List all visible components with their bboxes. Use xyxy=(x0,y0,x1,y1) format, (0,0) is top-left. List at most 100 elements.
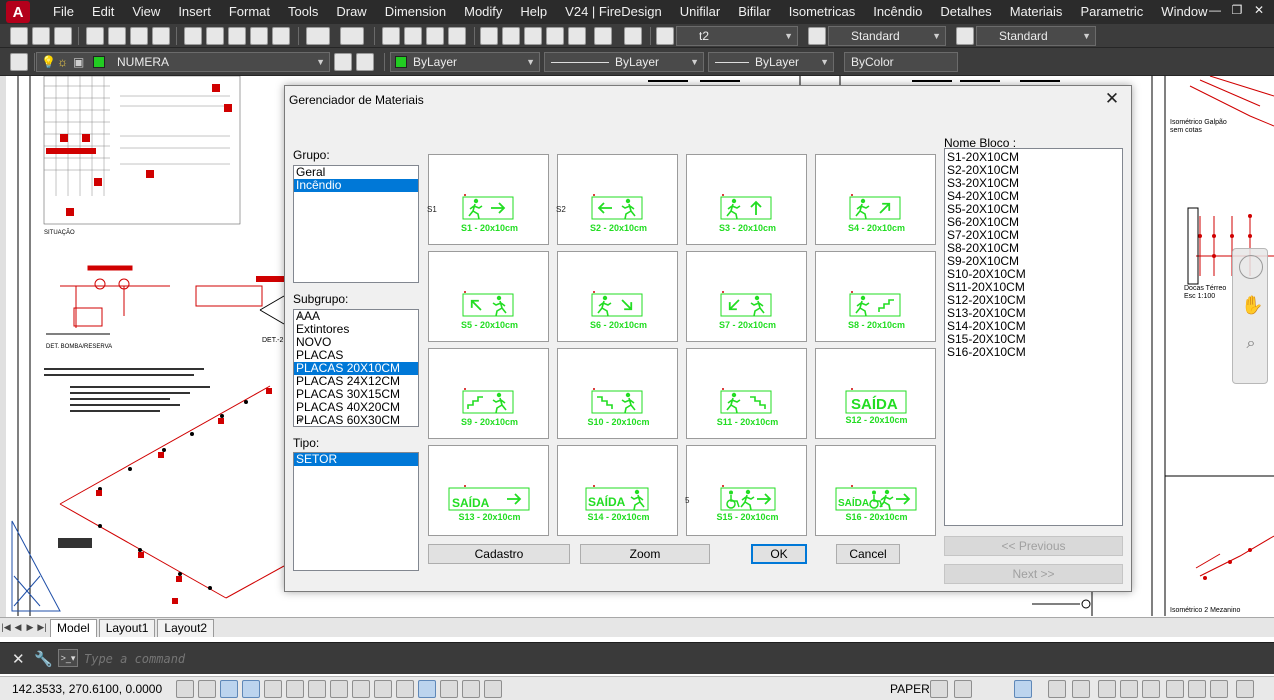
linetype-combo[interactable]: ByLayer ▼ xyxy=(544,52,704,72)
block-tile[interactable]: SAÍDA S12 - 20x10cm xyxy=(815,348,936,439)
zoom-extents-icon[interactable]: ⌕ xyxy=(1241,335,1261,359)
application-menu-button[interactable]: A xyxy=(6,1,30,23)
print-preview-icon[interactable] xyxy=(108,27,126,45)
block-tile[interactable]: SAÍDA S14 - 20x10cm xyxy=(557,445,678,536)
dim-style-combo[interactable]: Standard ▼ xyxy=(828,26,946,46)
layer-previous-icon[interactable] xyxy=(356,53,374,71)
menu-item-bifilar[interactable]: Bifilar xyxy=(729,0,780,24)
zoom-button[interactable]: Zoom xyxy=(580,544,710,564)
layer-combo[interactable]: 💡 ☼ ▣ NUMERA ▼ xyxy=(36,52,330,72)
ortho-mode-icon[interactable] xyxy=(242,680,260,698)
subgrupo-list-item[interactable]: PLACAS 60X30CM xyxy=(294,414,418,427)
last-tab-icon[interactable]: ▶| xyxy=(36,622,48,633)
quick-view-layouts-icon[interactable] xyxy=(930,680,948,698)
command-prompt-icon[interactable]: >_▾ xyxy=(58,649,78,667)
maximize-viewport-icon[interactable] xyxy=(1014,680,1032,698)
menu-item-help[interactable]: Help xyxy=(511,0,556,24)
isolate-objects-icon[interactable] xyxy=(1188,680,1206,698)
design-center-icon[interactable] xyxy=(502,27,520,45)
infer-constraints-icon[interactable] xyxy=(176,680,194,698)
menu-item-draw[interactable]: Draw xyxy=(327,0,375,24)
block-tile[interactable]: S9 - 20x10cm xyxy=(428,348,549,439)
lineweight-toggle-icon[interactable] xyxy=(396,680,414,698)
menu-item-parametric[interactable]: Parametric xyxy=(1071,0,1152,24)
block-tile[interactable]: S5 - 20x10cm xyxy=(428,251,549,342)
block-tile[interactable]: S4 - 20x10cm xyxy=(815,154,936,245)
prev-tab-icon[interactable]: ◀ xyxy=(12,622,24,633)
help-icon[interactable] xyxy=(624,27,642,45)
ok-button[interactable]: OK xyxy=(751,544,807,564)
copy-icon[interactable] xyxy=(206,27,224,45)
menu-item-view[interactable]: View xyxy=(123,0,169,24)
new-file-icon[interactable] xyxy=(10,27,28,45)
pan-hand-icon[interactable]: ✋ xyxy=(1241,295,1263,319)
3d-object-snap-icon[interactable] xyxy=(308,680,326,698)
block-tile[interactable]: S7 - 20x10cm xyxy=(686,251,807,342)
paper-space-label[interactable]: PAPER xyxy=(890,682,930,696)
block-tile[interactable]: S1 - 20x10cm S1 xyxy=(427,154,549,245)
block-tile[interactable]: S2 - 20x10cm S2 xyxy=(556,154,678,245)
tipo-listbox[interactable]: SETOR xyxy=(293,452,419,571)
tipo-list-item[interactable]: SETOR xyxy=(294,453,418,466)
annotation-visibility-icon[interactable] xyxy=(1072,680,1090,698)
previous-button[interactable]: << Previous xyxy=(944,536,1123,556)
wrench-icon[interactable]: 🔧 xyxy=(34,650,53,668)
quick-properties-icon[interactable] xyxy=(440,680,458,698)
tool-palettes-icon[interactable] xyxy=(524,27,542,45)
block-tile[interactable]: SAÍDA S16 - 20x10cm xyxy=(815,445,936,536)
first-tab-icon[interactable]: |◀ xyxy=(0,622,12,633)
menu-item-materiais[interactable]: Materiais xyxy=(1001,0,1072,24)
lock-ui-icon[interactable] xyxy=(1120,680,1138,698)
close-icon[interactable]: ✕ xyxy=(1101,89,1123,109)
snap-mode-icon[interactable] xyxy=(198,680,216,698)
tab-model[interactable]: Model xyxy=(50,618,97,637)
layer-properties-icon[interactable] xyxy=(10,53,28,71)
globe-icon[interactable] xyxy=(152,27,170,45)
full-navigation-wheel-icon[interactable] xyxy=(1239,255,1263,279)
nome-bloco-listbox[interactable]: S1-20X10CM S2-20X10CM S3-20X10CM S4-20X10CM… xyxy=(944,148,1123,526)
publish-icon[interactable] xyxy=(130,27,148,45)
menu-item-detalhes[interactable]: Detalhes xyxy=(931,0,1000,24)
pan-hand-icon[interactable] xyxy=(382,27,400,45)
zoom-previous-icon[interactable] xyxy=(448,27,466,45)
save-icon[interactable] xyxy=(54,27,72,45)
polar-tracking-icon[interactable] xyxy=(264,680,282,698)
object-snap-icon[interactable] xyxy=(286,680,304,698)
block-tile[interactable]: S6 - 20x10cm xyxy=(557,251,678,342)
text-style-combo[interactable]: t2 ▼ xyxy=(676,26,798,46)
restore-icon[interactable]: ❐ xyxy=(1230,3,1244,17)
annotation-scale-icon[interactable] xyxy=(1048,680,1066,698)
menu-item-tools[interactable]: Tools xyxy=(279,0,327,24)
plotstyle-combo[interactable]: ByColor xyxy=(844,52,958,72)
next-tab-icon[interactable]: ▶ xyxy=(24,622,36,633)
tab-layout1[interactable]: Layout1 xyxy=(98,618,156,637)
tab-layout2[interactable]: Layout2 xyxy=(157,618,215,637)
annotation-monitor-icon[interactable] xyxy=(484,680,502,698)
selection-cycling-icon[interactable] xyxy=(462,680,480,698)
markup-icon[interactable] xyxy=(568,27,586,45)
menu-item-insert[interactable]: Insert xyxy=(169,0,220,24)
menu-item-unifilar[interactable]: Unifilar xyxy=(671,0,729,24)
block-tile[interactable]: S15 - 20x10cm 5 xyxy=(685,445,807,536)
color-combo[interactable]: ByLayer ▼ xyxy=(390,52,540,72)
grupo-listbox[interactable]: Geral Incêndio xyxy=(293,165,419,283)
table-style-combo[interactable]: Standard ▼ xyxy=(976,26,1096,46)
match-properties-icon[interactable] xyxy=(250,27,268,45)
menu-item-modify[interactable]: Modify xyxy=(455,0,511,24)
sheet-set-icon[interactable] xyxy=(546,27,564,45)
object-snap-tracking-icon[interactable] xyxy=(330,680,348,698)
menu-item-inc-ndio[interactable]: Incêndio xyxy=(864,0,931,24)
zoom-realtime-icon[interactable] xyxy=(404,27,422,45)
lightbulb-icon[interactable] xyxy=(1210,680,1228,698)
minimize-icon[interactable]: — xyxy=(1208,3,1222,17)
make-current-icon[interactable] xyxy=(334,53,352,71)
menu-item-edit[interactable]: Edit xyxy=(83,0,123,24)
block-tile[interactable]: S11 - 20x10cm xyxy=(686,348,807,439)
transparency-icon[interactable] xyxy=(418,680,436,698)
properties-icon[interactable] xyxy=(480,27,498,45)
menu-item-window[interactable]: Window xyxy=(1152,0,1216,24)
menu-item-file[interactable]: File xyxy=(44,0,83,24)
nome-bloco-list-item[interactable]: S16-20X10CM xyxy=(945,346,1122,359)
next-button[interactable]: Next >> xyxy=(944,564,1123,584)
toolbar-lock-icon[interactable] xyxy=(1142,680,1160,698)
